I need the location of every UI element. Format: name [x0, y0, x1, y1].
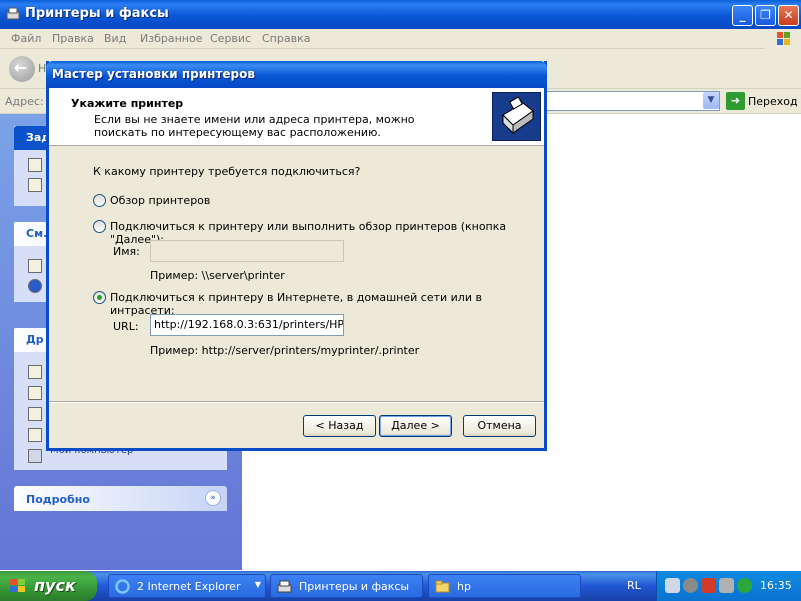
minimize-button[interactable]: _	[732, 5, 753, 26]
chevron-down-icon[interactable]: ▼	[703, 92, 719, 109]
windows-flag-icon	[10, 579, 26, 593]
wizard-step-description: Если вы не знаете имени или адреса принт…	[94, 113, 415, 139]
maximize-button[interactable]: ❐	[755, 5, 776, 26]
printer-name-input[interactable]	[150, 240, 344, 262]
start-button[interactable]: пуск	[0, 571, 97, 601]
windows-logo-icon	[765, 29, 801, 49]
name-label: Имя:	[113, 245, 140, 258]
start-label: пуск	[34, 576, 76, 595]
taskbar-item-label: hp	[457, 580, 471, 593]
security-shield-icon[interactable]	[701, 578, 716, 593]
address-input[interactable]	[545, 91, 720, 111]
menu-file[interactable]: Файл	[11, 32, 41, 45]
menu-favorites[interactable]: Избранное	[140, 32, 202, 45]
menu-help[interactable]: Справка	[262, 32, 310, 45]
system-tray: 16:35	[656, 571, 801, 601]
menu-edit[interactable]: Правка	[52, 32, 94, 45]
clock[interactable]: 16:35	[760, 579, 792, 592]
network-icon[interactable]	[665, 578, 680, 593]
next-button[interactable]: Далее >	[379, 415, 452, 437]
details-panel-title: Подробно	[26, 493, 90, 506]
question-label: К какому принтеру требуется подключиться…	[93, 165, 361, 178]
menu-bar: Файл Правка Вид Избранное Сервис Справка	[0, 29, 801, 49]
go-button-label[interactable]: Переход	[748, 95, 798, 108]
window-title-bar[interactable]: Принтеры и факсы _ ❐ ✕	[0, 0, 801, 29]
expand-chevron-icon[interactable]: »	[205, 490, 221, 506]
url-label: URL:	[113, 320, 139, 333]
connect-printer-radio[interactable]	[93, 220, 106, 233]
taskbar-item-label: Принтеры и факсы	[299, 580, 410, 593]
cancel-button[interactable]: Отмена	[463, 415, 536, 437]
address-label: Адрес:	[5, 95, 44, 108]
scanners-icon[interactable]	[28, 386, 42, 400]
internet-printer-radio[interactable]	[93, 291, 106, 304]
setup-fax-icon[interactable]	[28, 178, 42, 192]
go-arrow-icon[interactable]: ➜	[726, 92, 745, 110]
speaker-icon[interactable]	[683, 578, 698, 593]
url-example: Пример: http://server/printers/myprinter…	[150, 344, 420, 357]
language-indicator[interactable]: RL	[627, 579, 641, 592]
menu-tools[interactable]: Сервис	[210, 32, 251, 45]
printer-folder-icon	[5, 6, 21, 22]
close-button[interactable]: ✕	[778, 5, 799, 26]
back-button[interactable]	[9, 56, 35, 82]
name-example: Пример: \\server\printer	[150, 269, 285, 282]
button-separator	[49, 401, 544, 403]
browse-printers-label[interactable]: Обзор принтеров	[110, 194, 210, 207]
support-icon[interactable]	[28, 279, 42, 293]
back-wizard-button[interactable]: < Назад	[303, 415, 376, 437]
wizard-header: Укажите принтер Если вы не знаете имени …	[49, 88, 544, 146]
update-icon[interactable]	[737, 578, 752, 593]
wizard-step-title: Укажите принтер	[71, 97, 184, 110]
settings-icon[interactable]	[719, 578, 734, 593]
folder-icon	[435, 579, 450, 594]
printer-icon	[492, 92, 541, 141]
printers-icon	[277, 579, 292, 594]
dialog-title-bar[interactable]: Мастер установки принтеров	[46, 61, 547, 88]
my-computer-icon[interactable]	[28, 449, 42, 463]
menu-view[interactable]: Вид	[104, 32, 126, 45]
group-arrow-icon: ▼	[254, 580, 261, 589]
url-input[interactable]: http://192.168.0.3:631/printers/HP_La	[150, 314, 344, 336]
add-printer-icon[interactable]	[28, 158, 42, 172]
taskbar-item-ie[interactable]: 2 Internet Explorer ▼	[108, 574, 266, 598]
details-panel-header[interactable]: Подробно »	[14, 486, 227, 511]
control-panel-icon[interactable]	[28, 365, 42, 379]
taskbar-item-printers[interactable]: Принтеры и факсы	[270, 574, 423, 598]
add-printer-wizard-dialog: Мастер установки принтеров Укажите принт…	[46, 61, 547, 451]
taskbar-item-hp-folder[interactable]: hp	[428, 574, 581, 598]
help-icon[interactable]	[28, 259, 42, 273]
dialog-title: Мастер установки принтеров	[52, 67, 255, 81]
internet-explorer-icon	[115, 579, 130, 594]
taskbar: пуск 2 Internet Explorer ▼ Принтеры и фа…	[0, 571, 801, 601]
pictures-icon[interactable]	[28, 428, 42, 442]
window-title: Принтеры и факсы	[25, 6, 169, 21]
taskbar-item-label: 2 Internet Explorer	[137, 580, 241, 593]
browse-printers-radio[interactable]	[93, 194, 106, 207]
documents-icon[interactable]	[28, 407, 42, 421]
